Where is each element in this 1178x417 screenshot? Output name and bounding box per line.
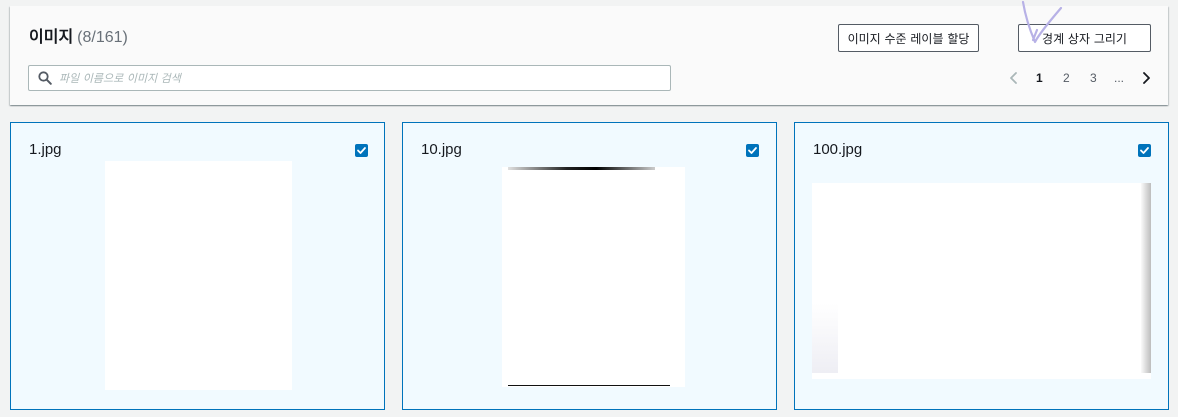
image-count: (8/161) [77, 29, 128, 46]
image-thumbnail[interactable] [105, 161, 292, 390]
search-input[interactable] [59, 69, 659, 87]
page-1-link[interactable]: 1 [1036, 71, 1043, 85]
image-thumbnail[interactable] [502, 167, 685, 387]
image-card[interactable]: 1.jpg [10, 122, 385, 410]
image-filename: 1.jpg [29, 141, 62, 158]
image-filename: 10.jpg [421, 141, 462, 158]
page-title: 이미지 (8/161) [29, 23, 128, 47]
image-filename: 100.jpg [813, 141, 863, 158]
checkmark-icon [357, 147, 366, 154]
search-icon [38, 71, 52, 85]
images-panel-header: 이미지(8/161) 이미지 수준 레이블 할당 경계 상자 그리기 1 2 3… [10, 0, 1168, 105]
chevron-right-icon[interactable] [1139, 71, 1153, 85]
page-ellipsis: ... [1114, 71, 1125, 85]
image-select-checkbox[interactable] [1138, 144, 1151, 157]
chevron-left-icon[interactable] [1007, 71, 1021, 85]
image-select-checkbox[interactable] [355, 144, 368, 157]
image-thumbnail[interactable] [812, 183, 1151, 379]
draw-bounding-box-button[interactable]: 경계 상자 그리기 [1018, 24, 1151, 52]
search-box[interactable] [28, 65, 671, 91]
image-card[interactable]: 10.jpg [402, 122, 777, 410]
checkmark-icon [1140, 147, 1149, 154]
image-select-checkbox[interactable] [746, 144, 759, 157]
assign-image-label-button[interactable]: 이미지 수준 레이블 할당 [838, 24, 979, 52]
page-3-link[interactable]: 3 [1090, 71, 1097, 85]
image-card[interactable]: 100.jpg [794, 122, 1169, 410]
panel-title-text: 이미지 [29, 27, 74, 46]
page-2-link[interactable]: 2 [1063, 71, 1070, 85]
checkmark-icon [748, 147, 757, 154]
